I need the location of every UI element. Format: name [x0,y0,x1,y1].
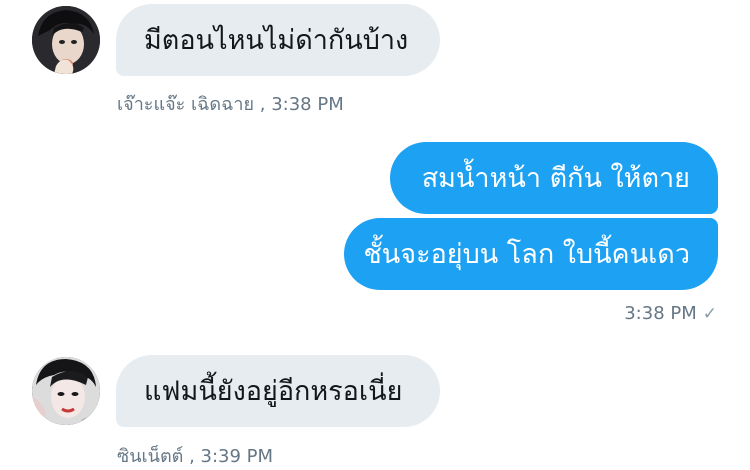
message-meta: ซินเน็ตต์ , 3:39 PM [117,441,273,470]
message-text: แฟมนี้ยังอยู่อีกหรอเนี่ย [144,375,403,407]
incoming-message-bubble[interactable]: มีตอนไหนไม่ด่ากันบ้าง [116,4,440,76]
outgoing-message-bubble[interactable]: สมน้ำหน้า ตีกัน ให้ตาย [390,142,718,214]
message-meta: 3:38 PM ✓ [624,303,717,324]
avatar-photo-icon [32,357,100,425]
sender-name[interactable]: ซินเน็ตต์ [117,446,183,467]
avatar[interactable] [32,6,100,74]
message-text: มีตอนไหนไม่ด่ากันบ้าง [144,24,409,56]
message-timestamp: , 3:38 PM [254,94,344,115]
message-meta: เจ๊าะแจ๊ะ เฉิดฉาย , 3:38 PM [117,89,344,118]
message-timestamp: , 3:39 PM [183,446,274,467]
message-text: สมน้ำหน้า ตีกัน ให้ตาย [421,162,690,194]
avatar-photo-icon [32,6,100,74]
message-timestamp: 3:38 PM [624,303,697,324]
sender-name[interactable]: เจ๊าะแจ๊ะ เฉิดฉาย [117,94,254,115]
checkmark-icon: ✓ [702,304,717,324]
avatar[interactable] [32,357,100,425]
incoming-message-bubble[interactable]: แฟมนี้ยังอยู่อีกหรอเนี่ย [116,355,440,427]
outgoing-message-bubble[interactable]: ชั้นจะอยุ่บน โลก ใบนี้คนเดว [344,218,718,290]
message-text: ชั้นจะอยุ่บน โลก ใบนี้คนเดว [363,238,690,270]
